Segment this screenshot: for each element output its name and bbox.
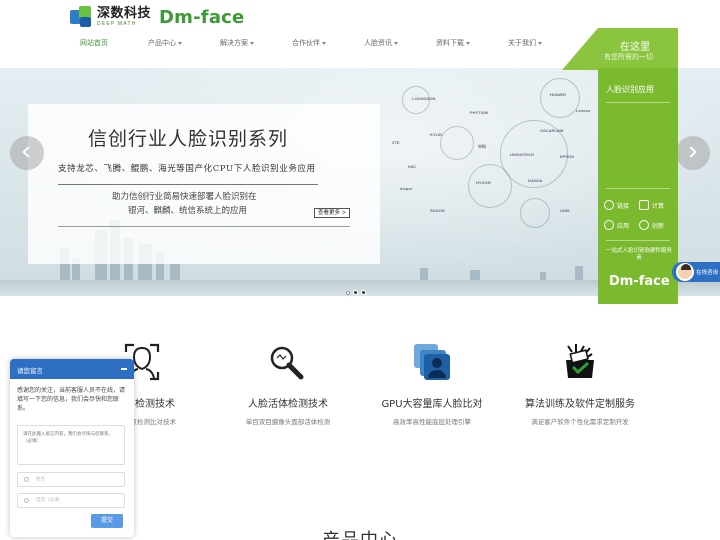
banner-description-line1: 助力信创行业简易快速部署人脸识别在 bbox=[112, 192, 257, 202]
message-widget-header: 请您留言 bbox=[10, 359, 134, 379]
minimize-icon[interactable] bbox=[121, 368, 127, 370]
nav-item-downloads[interactable]: 资料下载 bbox=[436, 37, 508, 49]
chevron-down-icon bbox=[538, 41, 542, 45]
service-description: 单目双目摄像头面部活体检测 bbox=[245, 418, 331, 426]
grid-icon bbox=[639, 200, 649, 210]
app-icon bbox=[604, 220, 614, 230]
training-icon bbox=[510, 340, 650, 382]
divider bbox=[606, 102, 670, 103]
phone-icon bbox=[24, 498, 29, 503]
nav-item-news[interactable]: 人脸资讯 bbox=[364, 37, 436, 49]
phone-field[interactable]: 电话（必填） bbox=[17, 493, 125, 508]
message-content-field[interactable] bbox=[17, 425, 125, 465]
leave-message-widget: 请您留言 感谢您的关注，当前客服人员不在线，请填写一下您的信息，我们会尽快和您联… bbox=[10, 359, 134, 537]
message-widget-title: 请您留言 bbox=[17, 367, 43, 375]
submit-button[interactable]: 提交 bbox=[91, 514, 123, 528]
side-panel-logo: Dm-face bbox=[609, 274, 670, 289]
avatar bbox=[676, 263, 694, 281]
section-title-products: 产品中心 bbox=[322, 526, 398, 540]
service-item-training[interactable]: 算法训练及软件定制服务 满足客户软件个性化需求定制开发 bbox=[510, 340, 650, 426]
view-more-button[interactable]: 查看更多 > bbox=[314, 208, 351, 218]
side-panel-title: 在这里 bbox=[620, 42, 650, 53]
banner-description-line2: 银河、麒麟、统信系统上的应用 bbox=[128, 206, 248, 216]
divider bbox=[58, 184, 318, 185]
chevron-left-icon bbox=[22, 146, 34, 158]
message-widget-intro: 感谢您的关注，当前客服人员不在线，请填写一下您的信息，我们会尽快和您联系。 bbox=[17, 387, 126, 412]
side-panel-subtitle: 有您所需的一切 bbox=[604, 53, 653, 61]
chevron-down-icon bbox=[322, 41, 326, 45]
chevron-down-icon bbox=[178, 41, 182, 45]
logo-tagline: DEEP MATH bbox=[97, 21, 137, 27]
divider bbox=[606, 240, 670, 241]
online-consult-button[interactable]: 在线咨询 bbox=[672, 262, 720, 282]
innovation-icon bbox=[639, 220, 649, 230]
magnifier-icon bbox=[218, 340, 358, 382]
online-consult-label: 在线咨询 bbox=[696, 270, 719, 276]
service-description: 高效率高性能底层处理引擎 bbox=[393, 418, 471, 426]
slide-dot-3[interactable] bbox=[361, 290, 366, 295]
banner-title: 信创行业人脸识别系列 bbox=[88, 128, 289, 150]
slide-dot-2[interactable] bbox=[353, 290, 358, 295]
chevron-down-icon bbox=[394, 41, 398, 45]
nav-item-home[interactable]: 网站首页 bbox=[80, 37, 148, 49]
chevron-down-icon bbox=[250, 41, 254, 45]
banner-text-card: 信创行业人脸识别系列 支持龙芯、飞腾、鲲鹏、海光等国产化CPU下人脸识别业务应用… bbox=[28, 104, 380, 264]
prev-slide-button[interactable] bbox=[10, 136, 44, 170]
service-name: GPU大容量库人脸比对 bbox=[381, 399, 483, 410]
logo-mark-icon bbox=[70, 6, 94, 28]
logo-company-name: 深数科技 bbox=[97, 6, 152, 21]
nav-item-products[interactable]: 产品中心 bbox=[148, 37, 220, 49]
slide-dot-1[interactable] bbox=[346, 290, 350, 295]
side-panel-tagline: 一站式人脸识别软硬件服务商 bbox=[605, 248, 672, 261]
side-panel-features: 链接 计算 应用 创新 bbox=[604, 200, 674, 230]
side-panel-corner bbox=[562, 28, 598, 70]
feature-link: 链接 bbox=[604, 200, 639, 210]
nav-item-solutions[interactable]: 解决方案 bbox=[220, 37, 292, 49]
side-promo-panel: 在这里 有您所需的一切 人脸识别应用 链接 计算 应用 创新 一站式人脸识别软硬… bbox=[598, 28, 678, 304]
service-item-liveness[interactable]: 人脸活体检测技术 单目双目摄像头面部活体检测 bbox=[218, 340, 358, 426]
service-item-gpu[interactable]: GPU大容量库人脸比对 高效率高性能底层处理引擎 bbox=[362, 340, 502, 426]
chevron-down-icon bbox=[466, 41, 470, 45]
main-nav: 网站首页 产品中心 解决方案 合作伙伴 人脸资讯 资料下载 关于我们 bbox=[80, 37, 580, 51]
logo-brand: Dm-face bbox=[159, 6, 245, 28]
feature-app: 应用 bbox=[604, 220, 639, 230]
feature-innovation: 创新 bbox=[639, 220, 674, 230]
user-icon bbox=[24, 477, 29, 482]
service-description: 满足客户软件个性化需求定制开发 bbox=[531, 418, 629, 426]
name-field[interactable]: 姓名 bbox=[17, 472, 125, 487]
service-name: 人脸活体检测技术 bbox=[248, 399, 328, 410]
banner-subtitle: 支持龙芯、飞腾、鲲鹏、海光等国产化CPU下人脸识别业务应用 bbox=[58, 164, 316, 174]
service-name: 算法训练及软件定制服务 bbox=[525, 399, 635, 410]
nav-item-partners[interactable]: 合作伙伴 bbox=[292, 37, 364, 49]
divider bbox=[58, 226, 350, 227]
site-logo[interactable]: 深数科技 DEEP MATH Dm-face bbox=[70, 4, 244, 30]
share-icon bbox=[604, 200, 614, 210]
gpu-users-icon bbox=[362, 340, 502, 382]
next-slide-button[interactable] bbox=[676, 136, 710, 170]
chevron-right-icon bbox=[685, 146, 697, 158]
side-panel-heading: 人脸识别应用 bbox=[606, 85, 654, 94]
slide-indicators bbox=[346, 290, 366, 295]
feature-compute: 计算 bbox=[639, 200, 674, 210]
divider bbox=[606, 188, 670, 189]
